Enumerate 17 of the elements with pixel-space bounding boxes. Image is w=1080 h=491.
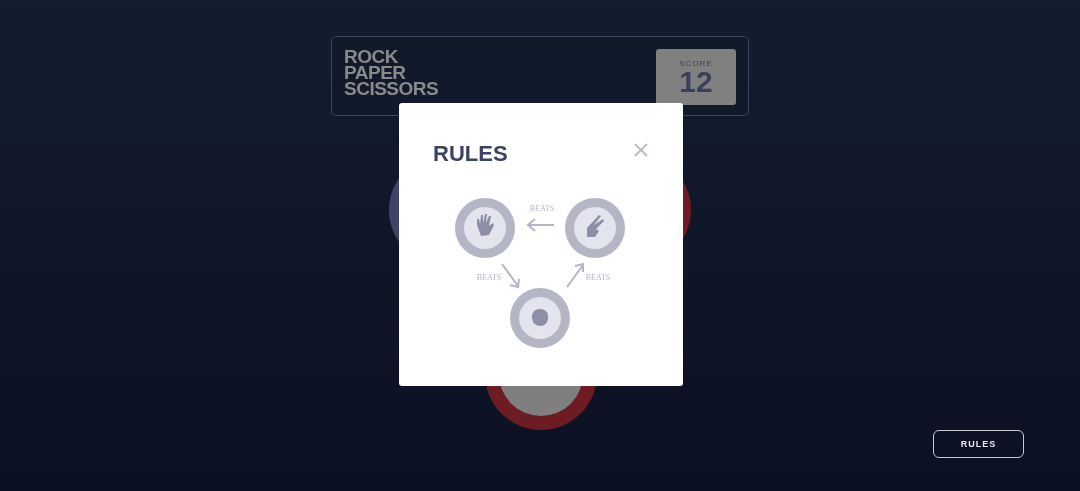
- paper-token: [455, 198, 515, 258]
- beats-label: BEATS: [529, 204, 555, 213]
- arrow-icon: [501, 263, 520, 289]
- scissors-token: [565, 198, 625, 258]
- game-title: PAPER: [344, 65, 406, 81]
- close-icon[interactable]: [633, 142, 649, 158]
- rules-button[interactable]: RULES: [933, 430, 1024, 458]
- game-title: ROCK: [344, 49, 398, 65]
- arrow-icon: [566, 262, 584, 288]
- arrow-icon: [526, 218, 555, 232]
- beats-label: BEATS: [476, 273, 502, 282]
- dialog-title: RULES: [433, 141, 508, 167]
- beats-label: BEATS: [585, 273, 611, 282]
- score-value: 12: [679, 67, 713, 96]
- score-label: SCORE: [679, 58, 713, 68]
- rock-token: [510, 288, 570, 348]
- game-title: SCISSORS: [344, 81, 439, 97]
